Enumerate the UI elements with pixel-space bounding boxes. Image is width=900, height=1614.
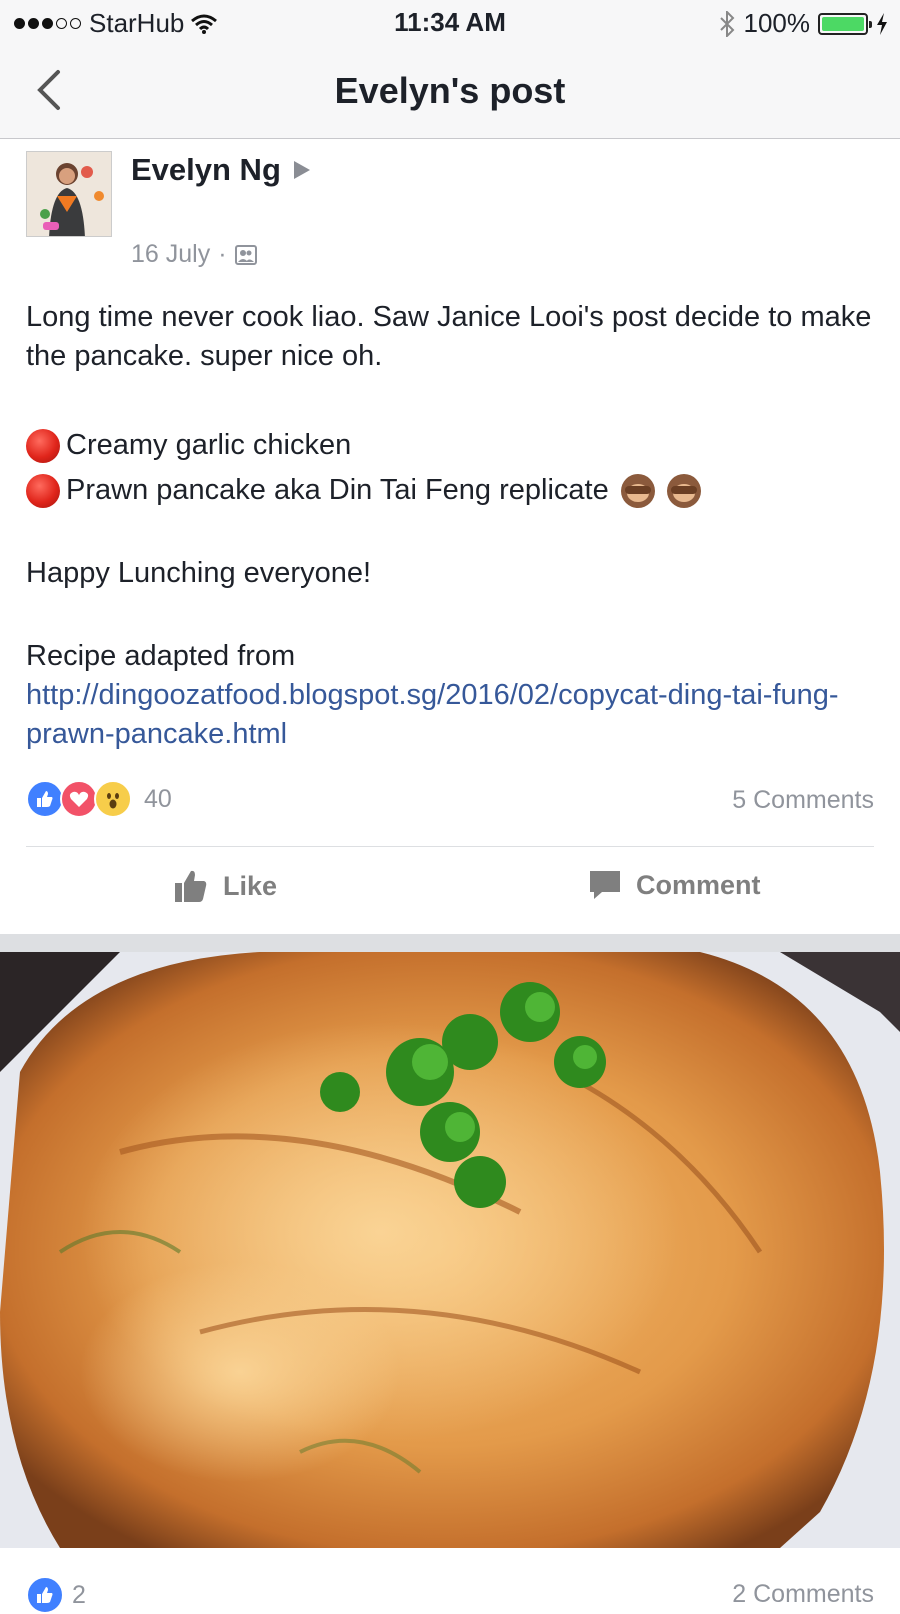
list-item-label: Creamy garlic chicken [66,429,352,461]
post-author[interactable]: Evelyn Ng [131,152,311,188]
page-title: Evelyn's post [334,70,566,111]
reaction-summary[interactable]: 40 [26,780,172,818]
photo-comments-count[interactable]: 2 Comments [732,1580,874,1609]
play-arrow-icon [293,161,310,179]
comments-count[interactable]: 5 Comments [732,786,874,815]
status-bar: StarHub 11:34 AM 100% [0,0,900,46]
author-name[interactable]: Evelyn Ng [131,152,281,188]
list-item-label: Prawn pancake aka Din Tai Feng replicate [66,474,609,506]
like-reaction-icon [26,780,64,818]
post-closing: Happy Lunching everyone! [26,557,372,589]
red-circle-icon [26,473,60,508]
post-date[interactable]: 16 July [131,240,210,269]
bluetooth-icon [719,10,734,37]
photo-reaction-count: 2 [72,1580,86,1609]
like-label: Like [223,870,278,901]
prawn-pancake-image [0,952,900,1548]
comment-label: Comment [636,869,761,900]
navigation-bar: Evelyn's post [0,46,900,139]
like-button[interactable]: Like [173,868,277,904]
see-no-evil-monkey-icon [666,473,701,508]
reaction-count: 40 [144,784,172,813]
recipe-link[interactable]: http://dingoozatfood.blogspot.sg/2016/02… [26,676,876,754]
avatar[interactable] [26,151,112,237]
list-item: Creamy garlic chicken [26,426,876,465]
post-body: Long time never cook liao. Saw Janice Lo… [26,298,876,754]
charging-icon [877,12,887,35]
battery-percent: 100% [743,8,811,38]
list-item: Prawn pancake aka Din Tai Feng replicate [26,471,876,510]
post-meta: 16 July · [131,240,257,269]
status-right: 100% [718,8,889,39]
photo-reaction-summary[interactable]: 2 [26,1576,86,1614]
battery-icon [818,12,872,35]
post-photo[interactable] [0,952,900,1548]
thumbs-up-icon [175,870,207,902]
divider [26,846,874,847]
wow-reaction-icon [94,780,132,818]
post-intro: Long time never cook liao. Saw Janice Lo… [26,301,872,372]
red-circle-icon [26,428,60,463]
see-no-evil-monkey-icon [620,473,655,508]
meta-separator: · [218,240,227,268]
love-reaction-icon [60,780,98,818]
section-separator [0,934,900,952]
like-reaction-icon [26,1576,64,1614]
comment-icon [590,871,620,899]
avatar-photo [27,152,111,236]
comment-button[interactable]: Comment [588,868,761,902]
friends-icon [234,244,257,265]
recipe-label: Recipe adapted from [26,640,296,672]
